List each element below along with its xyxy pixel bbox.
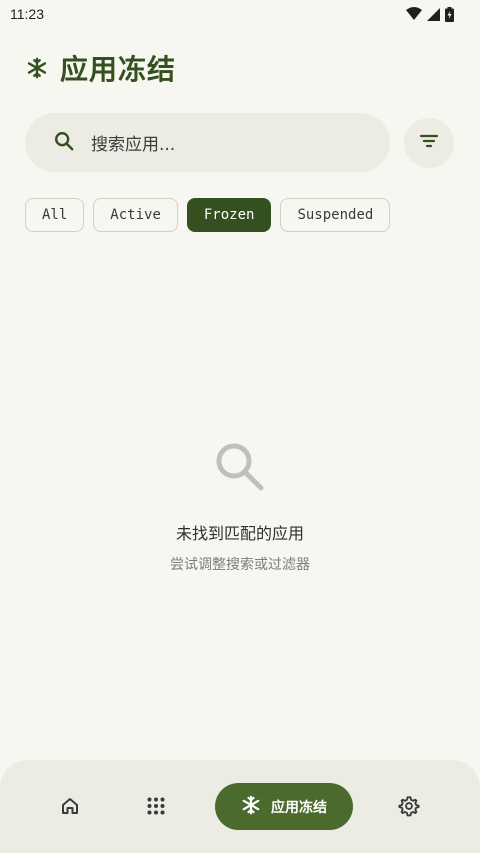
status-time: 11:23 xyxy=(10,6,44,22)
chip-frozen[interactable]: Frozen xyxy=(186,198,272,232)
empty-state-title: 未找到匹配的应用 xyxy=(175,524,304,543)
settings-gear-icon xyxy=(398,795,420,821)
filter-list-icon xyxy=(419,133,439,153)
page-title: 应用冻结 xyxy=(60,53,177,86)
page-header: 应用冻结 xyxy=(26,48,176,88)
home-icon xyxy=(60,796,80,820)
snowflake-icon xyxy=(241,795,261,819)
empty-state-subtitle: 尝试调整搜索或过滤器 xyxy=(170,557,310,573)
apps-grid-icon xyxy=(146,796,166,820)
empty-state: 未找到匹配的应用 尝试调整搜索或过滤器 xyxy=(0,440,480,574)
search-placeholder: 搜索应用... xyxy=(91,135,176,155)
nav-apps[interactable] xyxy=(138,790,174,826)
nav-app-freeze[interactable]: 应用冻结 xyxy=(215,783,353,830)
chip-suspended[interactable]: Suspended xyxy=(280,198,391,232)
chip-all[interactable]: All xyxy=(25,198,85,232)
nav-settings[interactable] xyxy=(391,790,427,826)
nav-home[interactable] xyxy=(52,790,88,826)
bottom-navigation: 应用冻结 xyxy=(0,760,480,853)
search-input[interactable]: 搜索应用... xyxy=(25,113,390,172)
search-icon xyxy=(53,130,75,156)
battery-icon xyxy=(445,6,454,22)
filter-button[interactable] xyxy=(404,118,454,168)
nav-app-freeze-label: 应用冻结 xyxy=(271,799,327,816)
search-icon xyxy=(213,440,267,494)
wifi-icon xyxy=(406,7,422,21)
status-bar: 11:23 xyxy=(0,0,480,28)
status-icons xyxy=(406,6,454,22)
snowflake-icon xyxy=(26,57,48,79)
filter-chips: All Active Frozen Suspended xyxy=(25,198,391,232)
cellular-signal-icon xyxy=(427,7,440,21)
chip-active[interactable]: Active xyxy=(93,198,178,232)
